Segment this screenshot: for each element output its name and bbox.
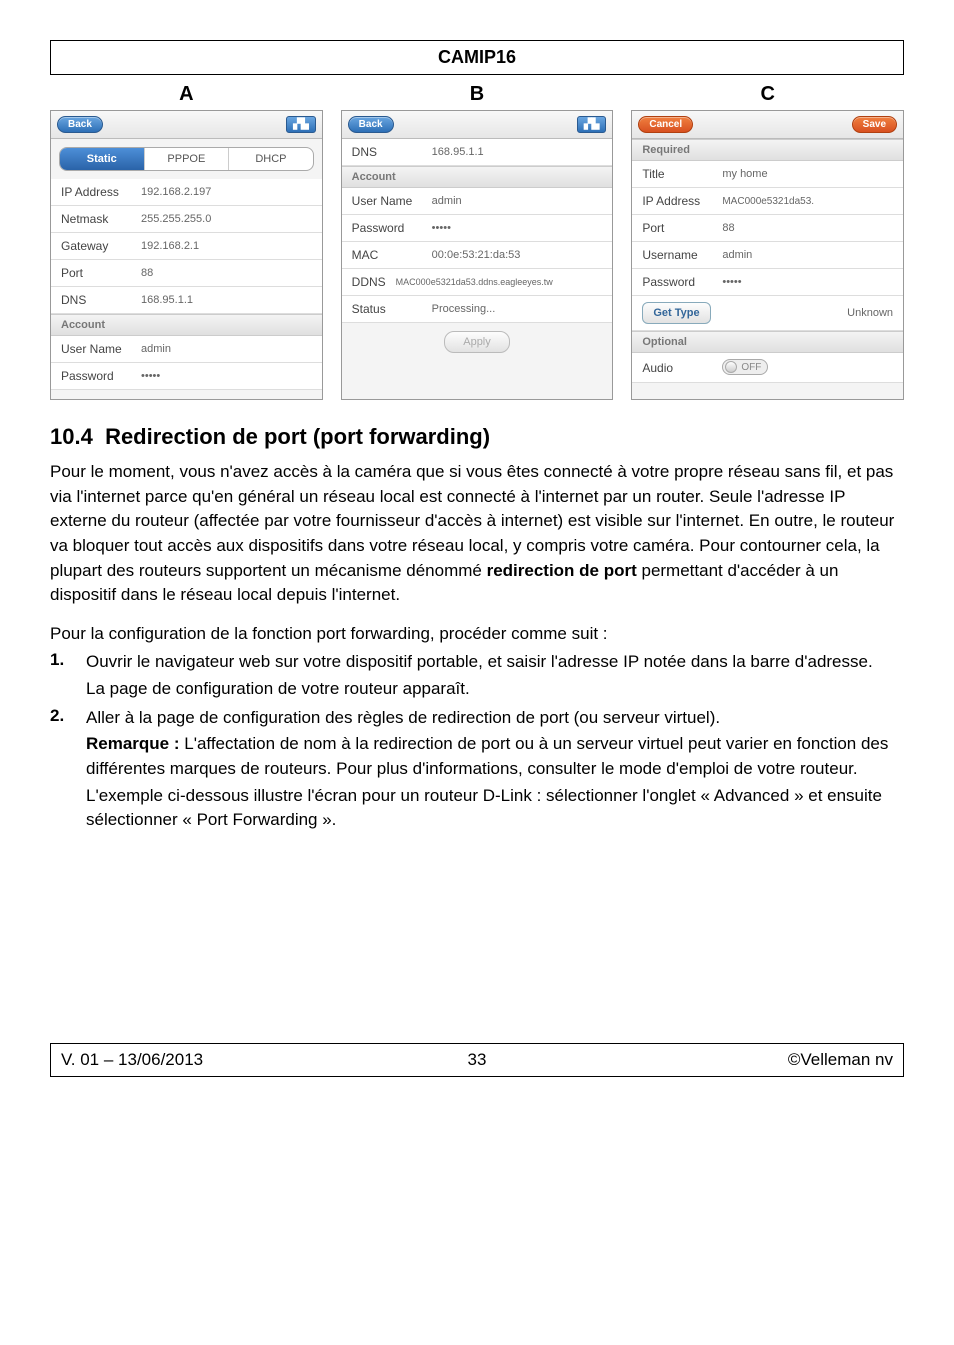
back-button[interactable]: Back <box>57 116 103 133</box>
footer-version: V. 01 – 13/06/2013 <box>61 1050 338 1070</box>
panel-letter-c: C <box>631 83 904 106</box>
row-dns-b: DNS168.95.1.1 <box>342 139 613 166</box>
row-get-type: Get Type Unknown <box>632 296 903 331</box>
row-title: Titlemy home <box>632 161 903 188</box>
panel-b: Back ▞▙ DNS168.95.1.1 Account User Namea… <box>341 110 614 400</box>
panel-a-toolbar: Back ▞▙ <box>51 111 322 139</box>
row-netmask: Netmask255.255.255.0 <box>51 206 322 233</box>
paragraph-1: Pour le moment, vous n'avez accès à la c… <box>50 460 904 608</box>
page-footer: V. 01 – 13/06/2013 33 ©Velleman nv <box>50 1043 904 1077</box>
row-port-c: Port88 <box>632 215 903 242</box>
panel-col-b: B Back ▞▙ DNS168.95.1.1 Account User Nam… <box>341 83 614 400</box>
audio-value: OFF <box>741 362 761 373</box>
section-title-text: Redirection de port (port forwarding) <box>105 424 490 449</box>
segment-dhcp[interactable]: DHCP <box>229 148 313 170</box>
panel-col-a: A Back ▞▙ Static PPPOE DHCP IP Address19… <box>50 83 323 400</box>
menu-icon[interactable]: ▞▙ <box>577 116 606 133</box>
panel-b-toolbar: Back ▞▙ <box>342 111 613 139</box>
step-1-text: Ouvrir le navigateur web sur votre dispo… <box>86 650 904 701</box>
row-username-b: User Nameadmin <box>342 188 613 215</box>
segment-static[interactable]: Static <box>60 148 145 170</box>
row-ipaddress: IP Address192.168.2.197 <box>51 179 322 206</box>
footer-copyright: ©Velleman nv <box>616 1050 893 1070</box>
row-dns: DNS168.95.1.1 <box>51 287 322 314</box>
panel-c-toolbar: Cancel Save <box>632 111 903 139</box>
panel-c: Cancel Save Required Titlemy home IP Add… <box>631 110 904 400</box>
get-type-button[interactable]: Get Type <box>642 302 710 324</box>
panels-row: A Back ▞▙ Static PPPOE DHCP IP Address19… <box>50 83 904 400</box>
row-mac: MAC00:0e:53:21:da:53 <box>342 242 613 269</box>
paragraph-2: Pour la configuration de la fonction por… <box>50 622 904 647</box>
audio-toggle[interactable]: OFF <box>722 359 768 375</box>
save-button[interactable]: Save <box>852 116 897 133</box>
apply-button[interactable]: Apply <box>444 331 510 353</box>
row-password-c: Password••••• <box>632 269 903 296</box>
row-password-a: Password••••• <box>51 363 322 390</box>
panel-letter-a: A <box>50 83 323 106</box>
section-heading: 10.4 Redirection de port (port forwardin… <box>50 424 904 450</box>
menu-icon[interactable]: ▞▙ <box>286 116 315 133</box>
footer-page: 33 <box>338 1050 615 1070</box>
step-2-remark: Remarque : L'affectation de nom à la red… <box>86 732 904 781</box>
step-1-sub: La page de configuration de votre routeu… <box>86 677 904 702</box>
row-ip-c: IP AddressMAC000e5321da53. <box>632 188 903 215</box>
bold-term: redirection de port <box>487 561 637 580</box>
required-header: Required <box>632 139 903 161</box>
row-gateway: Gateway192.168.2.1 <box>51 233 322 260</box>
apply-row: Apply <box>342 323 613 361</box>
optional-header: Optional <box>632 331 903 353</box>
steps-list: 1. Ouvrir le navigateur web sur votre di… <box>50 650 904 832</box>
panel-a: Back ▞▙ Static PPPOE DHCP IP Address192.… <box>50 110 323 400</box>
account-header-a: Account <box>51 314 322 336</box>
step-1: 1. Ouvrir le navigateur web sur votre di… <box>50 650 904 701</box>
row-username-a: User Nameadmin <box>51 336 322 363</box>
segment-pppoe[interactable]: PPPOE <box>145 148 230 170</box>
step-2-example: L'exemple ci-dessous illustre l'écran po… <box>86 784 904 833</box>
network-mode-segments[interactable]: Static PPPOE DHCP <box>59 147 314 171</box>
step-2-number: 2. <box>50 706 86 833</box>
row-password-b: Password••••• <box>342 215 613 242</box>
page-title: CAMIP16 <box>438 47 516 67</box>
step-1-number: 1. <box>50 650 86 701</box>
panel-letter-b: B <box>341 83 614 106</box>
section-number: 10.4 <box>50 424 93 449</box>
panel-col-c: C Cancel Save Required Titlemy home IP A… <box>631 83 904 400</box>
step-2-text: Aller à la page de configuration des règ… <box>86 706 904 833</box>
audio-label: Audio <box>642 361 722 375</box>
row-username-c: Usernameadmin <box>632 242 903 269</box>
cancel-button[interactable]: Cancel <box>638 116 693 133</box>
toggle-knob-icon <box>725 361 737 373</box>
back-button[interactable]: Back <box>348 116 394 133</box>
get-type-value: Unknown <box>711 307 893 319</box>
row-audio: Audio OFF <box>632 353 903 383</box>
row-ddns: DDNSMAC000e5321da53.ddns.eagleeyes.tw <box>342 269 613 296</box>
account-header-b: Account <box>342 166 613 188</box>
page-header: CAMIP16 <box>50 40 904 75</box>
row-status: StatusProcessing... <box>342 296 613 323</box>
row-port: Port88 <box>51 260 322 287</box>
step-2: 2. Aller à la page de configuration des … <box>50 706 904 833</box>
